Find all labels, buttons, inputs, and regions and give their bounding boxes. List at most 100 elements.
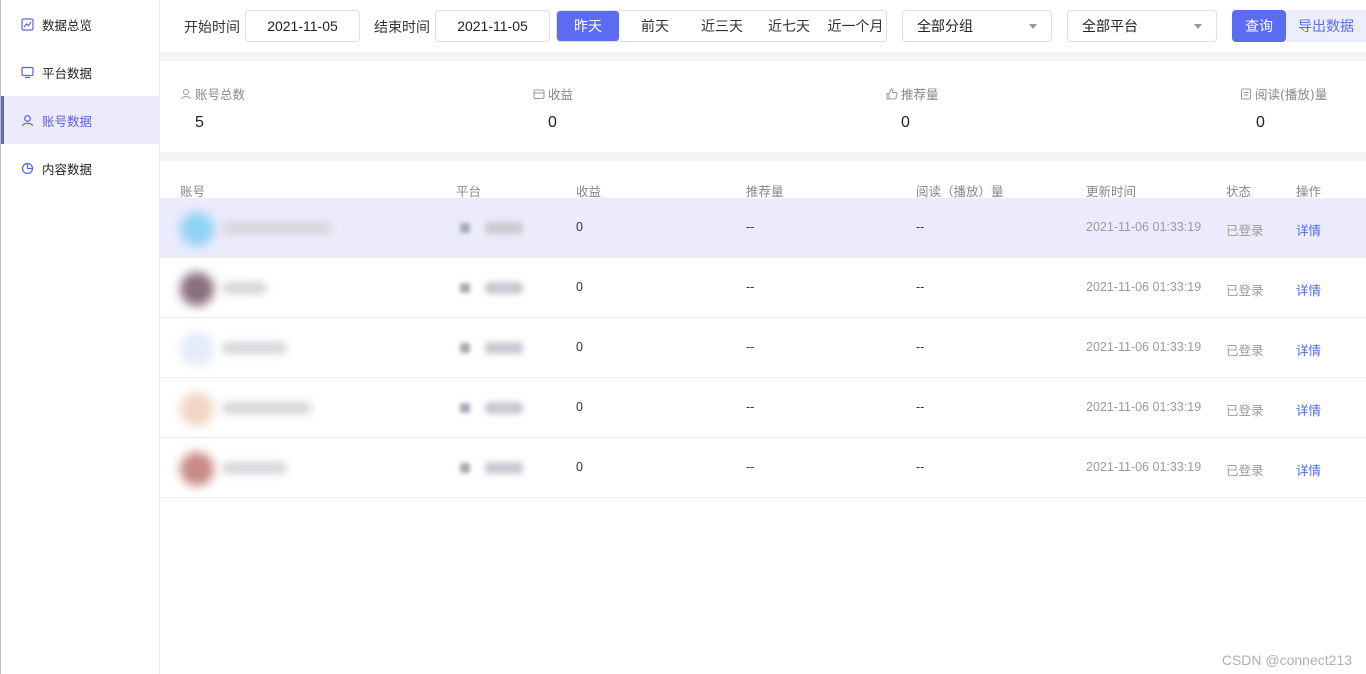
- range-month-button[interactable]: 近一个月: [825, 11, 886, 41]
- user-icon: [20, 113, 34, 127]
- platform-icon: [460, 283, 470, 293]
- sidebar-item-label: 账号数据: [42, 113, 93, 129]
- stat-label-reads: 阅读(播放)量: [1240, 84, 1327, 103]
- sidebar-item-content[interactable]: 内容数据: [1, 144, 160, 192]
- stat-label-recommend: 推荐量: [886, 84, 939, 103]
- stat-value-reads: 0: [1256, 114, 1265, 131]
- updated-cell: 2021-11-06 01:33:19: [1086, 400, 1202, 414]
- query-button[interactable]: 查询: [1232, 10, 1286, 42]
- range-3days-button[interactable]: 近三天: [691, 11, 753, 41]
- recommend-cell: --: [746, 220, 755, 234]
- stat-label-income: 收益: [533, 84, 573, 103]
- sidebar-item-accounts[interactable]: 账号数据: [1, 96, 160, 144]
- platform-name-redacted: [485, 222, 523, 234]
- account-name-redacted: [222, 402, 312, 414]
- platform-icon: [460, 223, 470, 233]
- line-chart-icon: [20, 17, 34, 31]
- table-row[interactable]: 0 -- -- 2021-11-06 01:33:19 已登录 详情: [160, 378, 1366, 438]
- date-range-segment: 昨天 前天 近三天 近七天 近一个月: [556, 10, 887, 42]
- account-name-redacted: [222, 282, 267, 294]
- stat-value-recommend: 0: [901, 114, 910, 131]
- updated-cell: 2021-11-06 01:33:19: [1086, 280, 1202, 294]
- platform-icon: [460, 343, 470, 353]
- platform-name-redacted: [485, 402, 523, 414]
- document-icon: [1240, 88, 1252, 100]
- status-cell: 已登录: [1226, 463, 1264, 478]
- recommend-cell: --: [746, 340, 755, 354]
- table-row[interactable]: 0 -- -- 2021-11-06 01:33:19 已登录 详情: [160, 318, 1366, 378]
- platform-icon: [460, 463, 470, 473]
- divider: [160, 52, 1366, 61]
- detail-link[interactable]: 详情: [1296, 460, 1321, 479]
- avatar: [180, 392, 214, 426]
- pie-chart-icon: [20, 161, 34, 175]
- reads-cell: --: [916, 460, 925, 474]
- sidebar-item-overview[interactable]: 数据总览: [1, 0, 160, 48]
- updated-cell: 2021-11-06 01:33:19: [1086, 220, 1202, 234]
- watermark: CSDN @connect213: [1221, 652, 1352, 668]
- status-cell: 已登录: [1226, 283, 1264, 298]
- sidebar-item-label: 平台数据: [42, 65, 93, 81]
- platform-select-value: 全部平台: [1082, 19, 1138, 35]
- account-name-redacted: [222, 342, 287, 354]
- sidebar-item-platform[interactable]: 平台数据: [1, 48, 160, 96]
- updated-cell: 2021-11-06 01:33:19: [1086, 460, 1202, 474]
- updated-cell: 2021-11-06 01:33:19: [1086, 340, 1202, 354]
- divider: [160, 152, 1366, 161]
- thumbs-up-icon: [886, 87, 898, 100]
- stat-label-accounts: 账号总数: [180, 84, 245, 103]
- stat-value-income: 0: [548, 114, 557, 131]
- status-cell: 已登录: [1226, 223, 1264, 238]
- end-time-label: 结束时间: [374, 20, 430, 36]
- chevron-down-icon: [1194, 24, 1202, 29]
- income-cell: 0: [576, 460, 583, 474]
- main-content: 开始时间 2021-11-05 结束时间 2021-11-05 昨天 前天 近三…: [160, 0, 1366, 674]
- range-day-before-button[interactable]: 前天: [619, 11, 691, 41]
- reads-cell: --: [916, 340, 925, 354]
- avatar: [180, 212, 214, 246]
- end-date-input[interactable]: 2021-11-05: [435, 10, 550, 42]
- table-row[interactable]: 0 -- -- 2021-11-06 01:33:19 已登录 详情: [160, 258, 1366, 318]
- group-select[interactable]: 全部分组: [902, 10, 1052, 42]
- group-select-value: 全部分组: [917, 19, 973, 35]
- income-cell: 0: [576, 280, 583, 294]
- recommend-cell: --: [746, 460, 755, 474]
- avatar: [180, 272, 214, 306]
- detail-link[interactable]: 详情: [1296, 400, 1321, 419]
- platform-name-redacted: [485, 462, 523, 474]
- wallet-icon: [533, 88, 545, 100]
- sidebar-item-label: 数据总览: [42, 17, 93, 33]
- table-row[interactable]: 0 -- -- 2021-11-06 01:33:19 已登录 详情: [160, 198, 1366, 258]
- range-yesterday-button[interactable]: 昨天: [557, 11, 619, 41]
- range-7days-button[interactable]: 近七天: [753, 11, 825, 41]
- start-time-label: 开始时间: [184, 20, 240, 36]
- status-cell: 已登录: [1226, 343, 1264, 358]
- platform-select[interactable]: 全部平台: [1067, 10, 1217, 42]
- sidebar: 数据总览 平台数据 账号数据 内容数据: [0, 0, 160, 674]
- reads-cell: --: [916, 220, 925, 234]
- monitor-icon: [20, 65, 34, 79]
- income-cell: 0: [576, 220, 583, 234]
- detail-link[interactable]: 详情: [1296, 220, 1321, 239]
- account-name-redacted: [222, 222, 332, 234]
- table-row[interactable]: 0 -- -- 2021-11-06 01:33:19 已登录 详情: [160, 438, 1366, 498]
- start-date-input[interactable]: 2021-11-05: [245, 10, 360, 42]
- income-cell: 0: [576, 400, 583, 414]
- income-cell: 0: [576, 340, 583, 354]
- chevron-down-icon: [1029, 24, 1037, 29]
- platform-name-redacted: [485, 342, 523, 354]
- detail-link[interactable]: 详情: [1296, 340, 1321, 359]
- detail-link[interactable]: 详情: [1296, 280, 1321, 299]
- avatar: [180, 452, 214, 486]
- avatar: [180, 332, 214, 366]
- reads-cell: --: [916, 400, 925, 414]
- stat-value-accounts: 5: [195, 114, 204, 131]
- sidebar-item-label: 内容数据: [42, 161, 93, 177]
- export-button[interactable]: 导出数据: [1286, 10, 1366, 42]
- reads-cell: --: [916, 280, 925, 294]
- recommend-cell: --: [746, 400, 755, 414]
- filter-toolbar: 开始时间 2021-11-05 结束时间 2021-11-05 昨天 前天 近三…: [160, 0, 1366, 52]
- platform-icon: [460, 403, 470, 413]
- platform-name-redacted: [485, 282, 523, 294]
- recommend-cell: --: [746, 280, 755, 294]
